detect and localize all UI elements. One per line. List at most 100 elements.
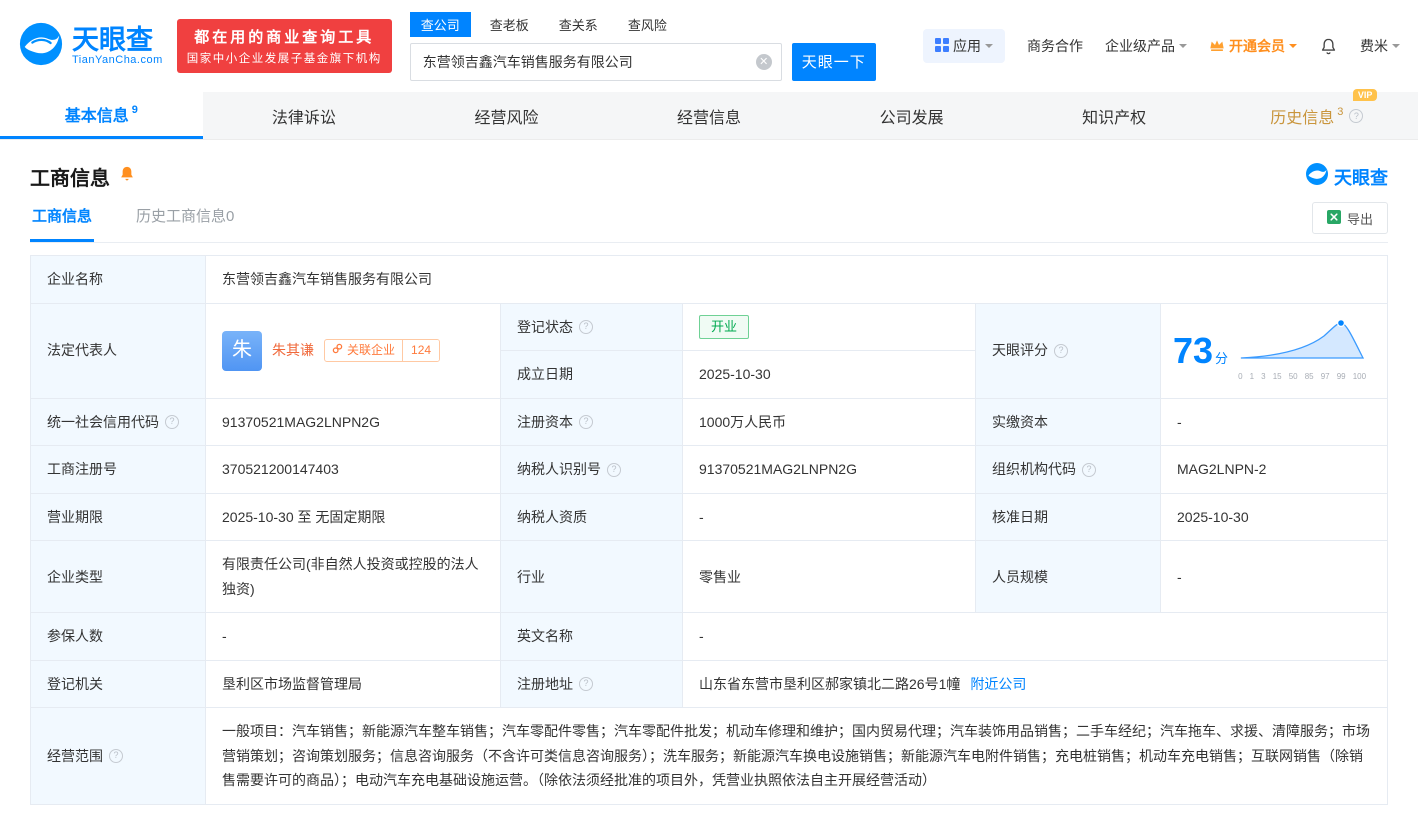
crown-icon: [1209, 38, 1225, 55]
score-unit: 分: [1215, 351, 1228, 366]
grid-icon: [935, 38, 949, 55]
export-button[interactable]: 导出: [1312, 202, 1388, 234]
search-tab-company[interactable]: 查公司: [410, 12, 471, 37]
field-value-staff-size: -: [1161, 541, 1388, 613]
field-value-credit-code: 91370521MAG2LNPN2G: [206, 399, 501, 447]
search-area: 查公司 查老板 查关系 查风险 ✕ 天眼一下: [410, 12, 876, 81]
score-value: 73: [1173, 330, 1213, 371]
related-companies-badge[interactable]: 关联企业 124: [324, 339, 440, 362]
apps-menu[interactable]: 应用: [923, 29, 1005, 63]
field-value-reg-address: 山东省东营市垦利区郝家镇北二路26号1幢 附近公司: [683, 661, 1388, 709]
search-tab-risk[interactable]: 查风险: [617, 12, 678, 37]
wave-logo-icon: [1305, 162, 1329, 191]
user-menu[interactable]: 费米: [1360, 36, 1400, 56]
field-label-industry: 行业: [501, 541, 683, 613]
field-label-company-name: 企业名称: [31, 256, 206, 304]
vip-badge: VIP: [1353, 89, 1378, 101]
help-icon[interactable]: [1349, 109, 1363, 123]
tab-label: 知识产权: [1082, 104, 1146, 128]
field-value-company-name: 东营领吉鑫汽车销售服务有限公司: [206, 256, 1388, 304]
search-tab-boss[interactable]: 查老板: [479, 12, 540, 37]
watermark-brand-name: 天眼查: [1334, 164, 1388, 190]
nearby-companies-link[interactable]: 附近公司: [970, 672, 1026, 697]
field-label-business-term: 营业期限: [31, 494, 206, 542]
open-vip-menu[interactable]: 开通会员: [1209, 36, 1297, 56]
field-label-tyc-score: 天眼评分: [976, 304, 1161, 399]
business-cooperation-link[interactable]: 商务合作: [1027, 36, 1083, 56]
field-label-reg-number: 工商注册号: [31, 446, 206, 494]
field-value-paid-capital: -: [1161, 399, 1388, 447]
field-value-reg-capital: 1000万人民币: [683, 399, 976, 447]
field-label-taxpayer-quality: 纳税人资质: [501, 494, 683, 542]
tab-operating-risk[interactable]: 经营风险: [405, 92, 608, 139]
field-value-business-term: 2025-10-30 至 无固定期限: [206, 494, 501, 542]
field-label-business-scope: 经营范围: [31, 708, 206, 805]
legal-rep-cell: 朱 朱其谦 关联企业 124: [206, 304, 501, 399]
help-icon[interactable]: [579, 415, 593, 429]
search-row: ✕ 天眼一下: [410, 43, 876, 81]
field-value-industry: 零售业: [683, 541, 976, 613]
slogan-line1: 都在用的商业查询工具: [187, 26, 382, 47]
brand-logo[interactable]: 天眼查 TianYanCha.com: [18, 21, 163, 72]
search-button[interactable]: 天眼一下: [792, 43, 876, 81]
legal-rep-name[interactable]: 朱其谦: [272, 338, 314, 363]
field-label-reg-status: 登记状态: [501, 304, 683, 352]
field-value-establish-date: 2025-10-30: [683, 351, 976, 399]
tab-label: 经营信息: [677, 104, 741, 128]
open-vip-label: 开通会员: [1229, 36, 1285, 56]
help-icon[interactable]: [165, 415, 179, 429]
field-label-taxpayer-id: 纳税人识别号: [501, 446, 683, 494]
tab-company-development[interactable]: 公司发展: [810, 92, 1013, 139]
slogan-banner: 都在用的商业查询工具 国家中小企业发展子基金旗下机构: [177, 19, 392, 73]
business-info-table: 企业名称 东营领吉鑫汽车销售服务有限公司 法定代表人 朱 朱其谦 关联企: [30, 255, 1388, 805]
tab-intellectual-property[interactable]: 知识产权: [1013, 92, 1216, 139]
field-value-company-type: 有限责任公司(非自然人投资或控股的法人独资): [206, 541, 501, 613]
chevron-down-icon: [985, 44, 993, 52]
field-label-company-type: 企业类型: [31, 541, 206, 613]
tab-basic-info[interactable]: 基本信息 9: [0, 92, 203, 139]
slogan-line2: 国家中小企业发展子基金旗下机构: [187, 50, 382, 66]
notification-bell-icon[interactable]: [1319, 37, 1338, 56]
related-companies-label: 关联企业: [347, 342, 395, 359]
field-value-org-code: MAG2LNPN-2: [1161, 446, 1388, 494]
top-nav: 应用 商务合作 企业级产品 开通会员: [923, 29, 1400, 63]
tab-operating-info[interactable]: 经营信息: [608, 92, 811, 139]
page: 天眼查 TianYanCha.com 都在用的商业查询工具 国家中小企业发展子基…: [0, 0, 1418, 805]
help-icon[interactable]: [1054, 344, 1068, 358]
subscribe-bell-icon[interactable]: [118, 165, 136, 188]
sub-tabs-bar: 工商信息 历史工商信息0 导出: [30, 197, 1388, 243]
field-label-paid-capital: 实缴资本: [976, 399, 1161, 447]
search-tab-relation[interactable]: 查关系: [548, 12, 609, 37]
subtab-business-info[interactable]: 工商信息: [30, 197, 94, 242]
tab-history-info[interactable]: VIP 历史信息 3: [1215, 92, 1418, 139]
field-value-taxpayer-quality: -: [683, 494, 976, 542]
legal-rep-avatar[interactable]: 朱: [222, 331, 262, 371]
chevron-down-icon: [1179, 44, 1187, 52]
field-label-insured-count: 参保人数: [31, 613, 206, 661]
tab-legal-proceedings[interactable]: 法律诉讼: [203, 92, 406, 139]
company-nav-tabs: 基本信息 9 法律诉讼 经营风险 经营信息 公司发展 知识产权 VIP 历史信息…: [0, 92, 1418, 140]
field-label-org-code: 组织机构代码: [976, 446, 1161, 494]
enterprise-products-label: 企业级产品: [1105, 36, 1175, 56]
help-icon[interactable]: [579, 320, 593, 334]
enterprise-products-menu[interactable]: 企业级产品: [1105, 36, 1187, 56]
help-icon[interactable]: [579, 677, 593, 691]
help-icon[interactable]: [607, 463, 621, 477]
field-value-business-scope: 一般项目：汽车销售；新能源汽车整车销售；汽车零配件零售；汽车零配件批发；机动车修…: [206, 708, 1388, 805]
field-label-credit-code: 统一社会信用代码: [31, 399, 206, 447]
clear-icon[interactable]: ✕: [756, 54, 772, 70]
export-label: 导出: [1347, 209, 1373, 228]
tyc-score-cell: 73分 0131550859799100: [1161, 304, 1388, 399]
site-header: 天眼查 TianYanCha.com 都在用的商业查询工具 国家中小企业发展子基…: [0, 0, 1418, 92]
tab-label: 基本信息: [65, 102, 129, 126]
tab-label: 公司发展: [880, 104, 944, 128]
help-icon[interactable]: [1082, 463, 1096, 477]
field-value-reg-authority: 垦利区市场监督管理局: [206, 661, 501, 709]
subtab-history-business-info[interactable]: 历史工商信息0: [134, 197, 236, 242]
help-icon[interactable]: [109, 749, 123, 763]
related-companies-count: 124: [402, 340, 439, 361]
field-label-english-name: 英文名称: [501, 613, 683, 661]
field-label-legal-rep: 法定代表人: [31, 304, 206, 399]
field-label-reg-address: 注册地址: [501, 661, 683, 709]
search-input[interactable]: [410, 43, 782, 81]
